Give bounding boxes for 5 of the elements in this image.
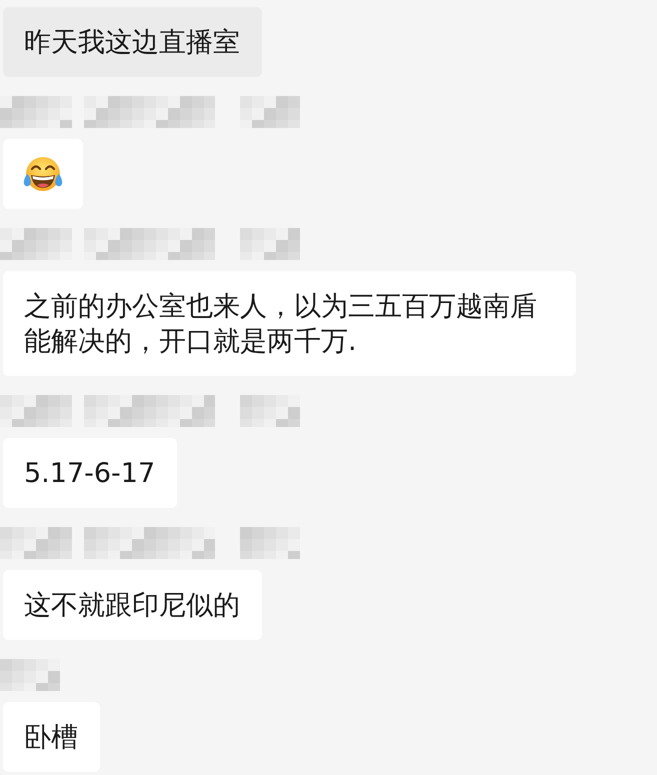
message-bubble: 5.17-6-17 (3, 438, 178, 508)
message-bubble: 这不就跟印尼似的 (3, 570, 262, 640)
message-bubble: 卧槽 (3, 702, 100, 772)
message-bubble: 昨天我这边直播室 (3, 7, 262, 77)
message-bubble: 之前的办公室也来人，以为三五百万越南盾能解决的，开口就是两千万. (3, 271, 576, 376)
